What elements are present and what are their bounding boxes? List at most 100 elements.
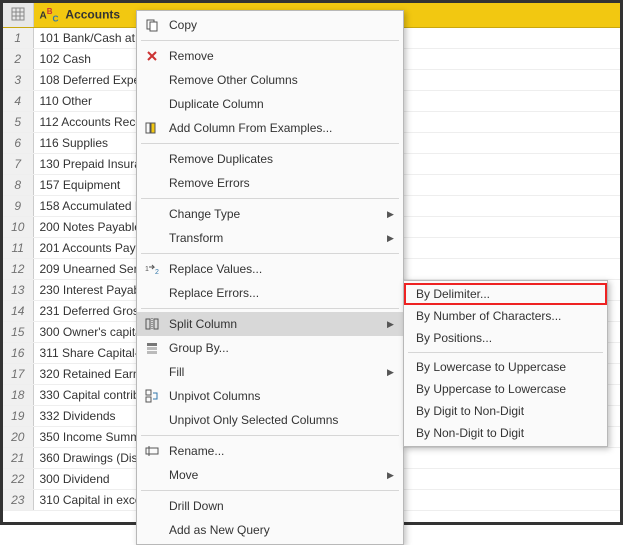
- blank-icon: [141, 364, 163, 380]
- blank-icon: [141, 151, 163, 167]
- row-number[interactable]: 1: [3, 28, 33, 49]
- row-number[interactable]: 20: [3, 427, 33, 448]
- menu-item-group-by[interactable]: Group By...: [137, 336, 403, 360]
- row-number[interactable]: 5: [3, 112, 33, 133]
- row-number[interactable]: 3: [3, 70, 33, 91]
- row-number[interactable]: 22: [3, 469, 33, 490]
- menu-item-copy[interactable]: Copy: [137, 13, 403, 37]
- menu-item-by-number-of-characters[interactable]: By Number of Characters...: [404, 305, 607, 327]
- menu-item-by-delimiter[interactable]: By Delimiter...: [404, 283, 607, 305]
- submenu-arrow-icon: ▶: [387, 367, 397, 378]
- row-number[interactable]: 13: [3, 280, 33, 301]
- blank-icon: [141, 206, 163, 222]
- row-number[interactable]: 2: [3, 49, 33, 70]
- submenu-arrow-icon: ▶: [387, 470, 397, 481]
- menu-label: Group By...: [169, 341, 397, 355]
- row-number[interactable]: 23: [3, 490, 33, 511]
- menu-item-remove-errors[interactable]: Remove Errors: [137, 171, 403, 195]
- menu-label: Add as New Query: [169, 523, 397, 537]
- menu-separator: [141, 143, 399, 144]
- submenu-arrow-icon: ▶: [387, 209, 397, 220]
- menu-separator: [141, 435, 399, 436]
- table-icon: [11, 7, 25, 21]
- menu-label: Split Column: [169, 317, 387, 331]
- menu-item-transform[interactable]: Transform▶: [137, 226, 403, 250]
- column-name: Accounts: [65, 7, 120, 21]
- menu-label: By Digit to Non-Digit: [416, 404, 601, 418]
- menu-separator: [141, 198, 399, 199]
- menu-item-drill-down[interactable]: Drill Down: [137, 494, 403, 518]
- menu-label: Remove Errors: [169, 176, 397, 190]
- menu-item-replace-errors[interactable]: Replace Errors...: [137, 281, 403, 305]
- blank-icon: [141, 175, 163, 191]
- row-number[interactable]: 11: [3, 238, 33, 259]
- row-number[interactable]: 6: [3, 133, 33, 154]
- menu-item-by-uppercase-to-lowercase[interactable]: By Uppercase to Lowercase: [404, 378, 607, 400]
- menu-separator: [141, 40, 399, 41]
- row-number[interactable]: 8: [3, 175, 33, 196]
- menu-label: Replace Errors...: [169, 286, 397, 300]
- menu-separator: [141, 490, 399, 491]
- context-menu-split: By Delimiter... By Number of Characters..…: [403, 280, 608, 447]
- menu-item-add-as-new-query[interactable]: Add as New Query: [137, 518, 403, 542]
- menu-label: By Delimiter...: [416, 287, 601, 301]
- menu-item-replace-values[interactable]: 12 Replace Values...: [137, 257, 403, 281]
- row-number[interactable]: 18: [3, 385, 33, 406]
- select-all-corner[interactable]: [3, 3, 33, 28]
- row-number[interactable]: 9: [3, 196, 33, 217]
- menu-label: Drill Down: [169, 499, 397, 513]
- blank-icon: [141, 412, 163, 428]
- menu-item-fill[interactable]: Fill▶: [137, 360, 403, 384]
- menu-item-by-non-digit-to-digit[interactable]: By Non-Digit to Digit: [404, 422, 607, 444]
- menu-label: Duplicate Column: [169, 97, 397, 111]
- menu-label: Change Type: [169, 207, 387, 221]
- unpivot-icon: [141, 388, 163, 404]
- row-number[interactable]: 7: [3, 154, 33, 175]
- menu-label: Move: [169, 468, 387, 482]
- blank-icon: [141, 285, 163, 301]
- menu-separator: [141, 308, 399, 309]
- row-number[interactable]: 21: [3, 448, 33, 469]
- menu-item-add-column-from-examples[interactable]: Add Column From Examples...: [137, 116, 403, 140]
- blank-icon: [141, 72, 163, 88]
- menu-item-by-positions[interactable]: By Positions...: [404, 327, 607, 349]
- menu-item-duplicate-column[interactable]: Duplicate Column: [137, 92, 403, 116]
- menu-label: Unpivot Columns: [169, 389, 397, 403]
- row-number[interactable]: 10: [3, 217, 33, 238]
- menu-item-remove-other-columns[interactable]: Remove Other Columns: [137, 68, 403, 92]
- menu-label: Transform: [169, 231, 387, 245]
- menu-item-move[interactable]: Move▶: [137, 463, 403, 487]
- menu-label: By Non-Digit to Digit: [416, 426, 601, 440]
- menu-item-change-type[interactable]: Change Type▶: [137, 202, 403, 226]
- menu-label: By Number of Characters...: [416, 309, 601, 323]
- row-number[interactable]: 15: [3, 322, 33, 343]
- menu-item-by-digit-to-non-digit[interactable]: By Digit to Non-Digit: [404, 400, 607, 422]
- menu-label: Unpivot Only Selected Columns: [169, 413, 397, 427]
- replace-icon: 12: [141, 261, 163, 277]
- submenu-arrow-icon: ▶: [387, 233, 397, 244]
- menu-label: Replace Values...: [169, 262, 397, 276]
- menu-item-by-lowercase-to-uppercase[interactable]: By Lowercase to Uppercase: [404, 356, 607, 378]
- row-number[interactable]: 4: [3, 91, 33, 112]
- row-number[interactable]: 17: [3, 364, 33, 385]
- menu-item-split-column[interactable]: Split Column▶: [137, 312, 403, 336]
- menu-item-unpivot-columns[interactable]: Unpivot Columns: [137, 384, 403, 408]
- row-number[interactable]: 14: [3, 301, 33, 322]
- menu-item-remove[interactable]: Remove: [137, 44, 403, 68]
- menu-label: By Positions...: [416, 331, 601, 345]
- row-number[interactable]: 12: [3, 259, 33, 280]
- row-number[interactable]: 16: [3, 343, 33, 364]
- copy-icon: [141, 17, 163, 33]
- menu-item-remove-duplicates[interactable]: Remove Duplicates: [137, 147, 403, 171]
- row-number[interactable]: 19: [3, 406, 33, 427]
- menu-label: Add Column From Examples...: [169, 121, 397, 135]
- split-icon: [141, 316, 163, 332]
- svg-text:1: 1: [145, 266, 149, 273]
- menu-item-rename[interactable]: Rename...: [137, 439, 403, 463]
- remove-icon: [141, 48, 163, 64]
- menu-separator: [408, 352, 603, 353]
- column-type-icon: ABC: [40, 7, 59, 23]
- blank-icon: [141, 96, 163, 112]
- menu-item-unpivot-only-selected-columns[interactable]: Unpivot Only Selected Columns: [137, 408, 403, 432]
- menu-label: Copy: [169, 18, 397, 32]
